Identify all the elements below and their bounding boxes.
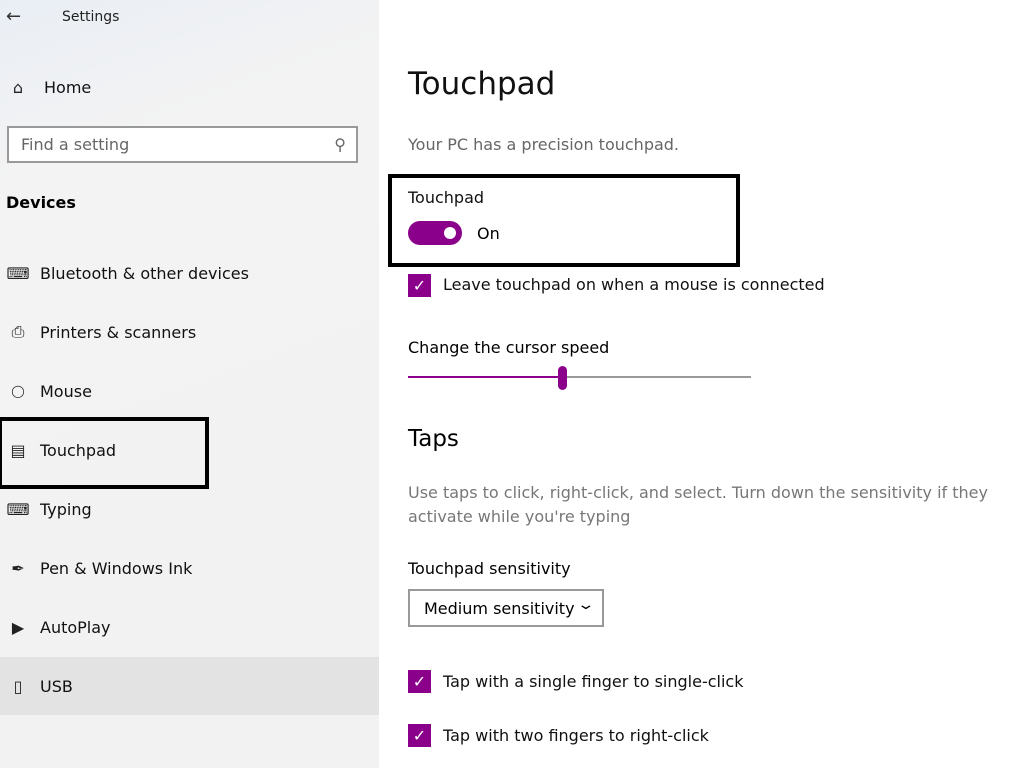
section-heading: Devices [6,193,76,212]
chevron-down-icon: ⌄ [576,597,596,613]
tap-two-label: Tap with two fingers to right-click [443,726,709,745]
tap-two-checkbox[interactable]: ✓ [408,724,431,747]
sensitivity-label: Touchpad sensitivity [408,559,571,578]
sidebar-item-printers-scanners[interactable]: ⎙ Printers & scanners [0,303,379,361]
bluetooth-devices-icon: ⌨ [6,263,30,283]
slider-fill [408,376,563,378]
home-icon: ⌂ [12,77,24,97]
subtitle: Your PC has a precision touchpad. [408,135,680,154]
page-title: Touchpad [408,66,556,102]
search-input[interactable]: Find a setting ⚲ [7,126,358,163]
mouse-icon: ◯ [11,384,25,398]
back-button[interactable]: ← [6,6,21,27]
taps-description-line1: Use taps to click, right-click, and sele… [408,483,988,502]
taps-heading: Taps [408,426,459,452]
taps-description-line2: activate while you're typing [408,507,631,526]
cursor-speed-slider[interactable] [408,366,751,390]
autoplay-icon: ▶ [11,617,25,637]
cursor-speed-label: Change the cursor speed [408,338,610,357]
slider-thumb[interactable] [558,366,568,390]
sensitivity-dropdown[interactable]: Medium sensitivity ⌄ [408,589,604,627]
sidebar-item-home[interactable]: ⌂ Home [0,58,379,116]
leave-on-label: Leave touchpad on when a mouse is connec… [443,275,825,294]
sidebar-item-mouse[interactable]: ◯ Mouse [0,362,379,420]
usb-icon: ▯ [13,676,23,696]
sidebar-item-autoplay[interactable]: ▶ AutoPlay [0,598,379,656]
pen-icon: ✒ [11,558,25,578]
printer-icon: ⎙ [11,322,25,341]
sidebar-item-usb[interactable]: ▯ USB [0,657,379,715]
highlight-box-toggle [388,174,740,267]
leave-on-checkbox[interactable]: ✓ [408,274,431,297]
highlight-box-touchpad [0,417,209,489]
window-title: Settings [62,9,120,25]
tap-single-checkbox[interactable]: ✓ [408,670,431,693]
keyboard-icon: ⌨ [6,499,30,519]
tap-single-label: Tap with a single finger to single-click [443,672,744,691]
sidebar-item-bluetooth-other-devices[interactable]: ⌨ Bluetooth & other devices [0,244,379,302]
search-icon: ⚲ [334,135,346,154]
sidebar-item-pen-windows-ink[interactable]: ✒ Pen & Windows Ink [0,539,379,597]
